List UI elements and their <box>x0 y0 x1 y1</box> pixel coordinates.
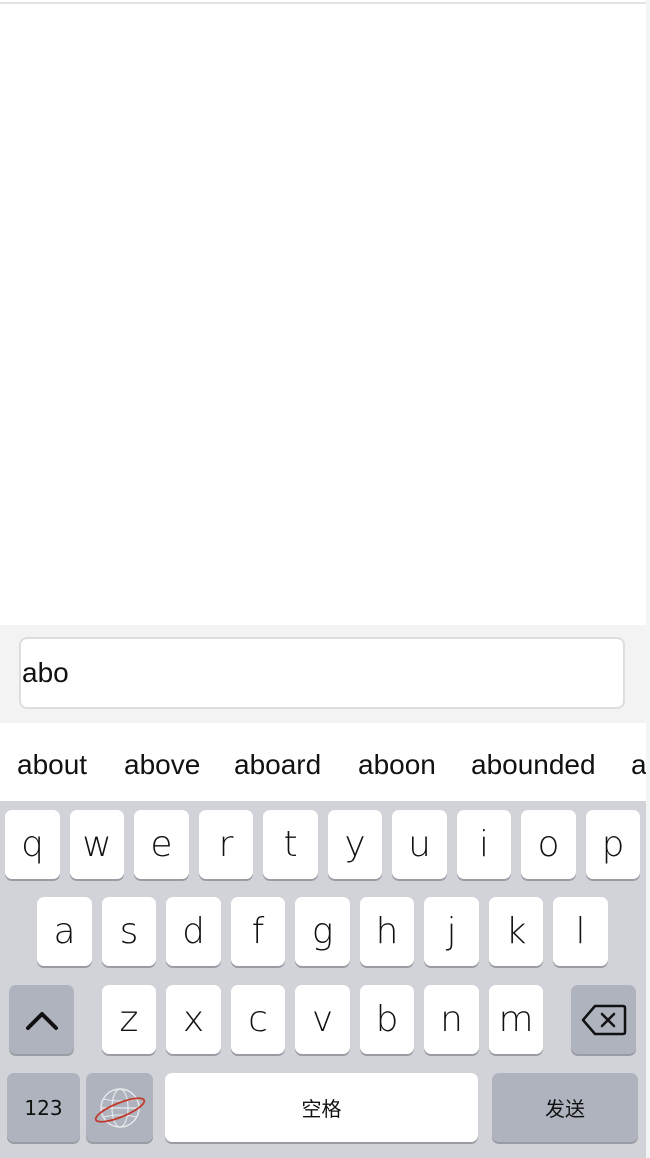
space-key[interactable]: 空格 <box>165 1073 478 1142</box>
key-x[interactable]: x <box>166 985 221 1054</box>
suggestion-item[interactable]: abounded <box>471 749 596 781</box>
key-o[interactable]: o <box>521 810 576 879</box>
key-c[interactable]: c <box>231 985 285 1054</box>
suggestion-item[interactable]: a <box>631 749 646 781</box>
numbers-key[interactable]: 123 <box>7 1073 80 1142</box>
suggestion-item[interactable]: about <box>17 749 87 781</box>
key-p[interactable]: p <box>586 810 640 879</box>
key-m[interactable]: m <box>489 985 543 1054</box>
message-area <box>0 4 646 625</box>
key-i[interactable]: i <box>457 810 511 879</box>
scroll-edge <box>646 0 650 1158</box>
globe-key[interactable] <box>86 1073 153 1142</box>
key-h[interactable]: h <box>360 897 414 966</box>
key-u[interactable]: u <box>392 810 447 879</box>
keyboard: q w e r t y u i o p a s d f g h j k l z … <box>0 801 646 1158</box>
key-a[interactable]: a <box>37 897 92 966</box>
key-b[interactable]: b <box>360 985 414 1054</box>
key-q[interactable]: q <box>5 810 60 879</box>
key-y[interactable]: y <box>328 810 382 879</box>
key-k[interactable]: k <box>489 897 543 966</box>
globe-icon <box>94 1087 145 1128</box>
key-t[interactable]: t <box>263 810 318 879</box>
input-bar <box>0 625 646 723</box>
suggestion-item[interactable]: aboon <box>358 749 436 781</box>
key-g[interactable]: g <box>295 897 350 966</box>
key-d[interactable]: d <box>166 897 221 966</box>
key-z[interactable]: z <box>102 985 156 1054</box>
message-input[interactable] <box>19 637 625 709</box>
key-v[interactable]: v <box>295 985 350 1054</box>
key-e[interactable]: e <box>134 810 189 879</box>
suggestion-item[interactable]: aboard <box>234 749 321 781</box>
key-n[interactable]: n <box>424 985 479 1054</box>
shift-icon <box>25 1011 58 1030</box>
key-w[interactable]: w <box>70 810 124 879</box>
shift-key[interactable] <box>9 985 74 1054</box>
send-key[interactable]: 发送 <box>492 1073 638 1142</box>
suggestion-item[interactable]: above <box>124 749 200 781</box>
key-f[interactable]: f <box>231 897 285 966</box>
backspace-icon <box>581 1004 626 1035</box>
suggestion-bar: about above aboard aboon abounded a <box>0 723 646 801</box>
key-s[interactable]: s <box>102 897 156 966</box>
key-j[interactable]: j <box>424 897 479 966</box>
key-r[interactable]: r <box>199 810 253 879</box>
delete-key[interactable] <box>571 985 636 1054</box>
key-l[interactable]: l <box>553 897 608 966</box>
